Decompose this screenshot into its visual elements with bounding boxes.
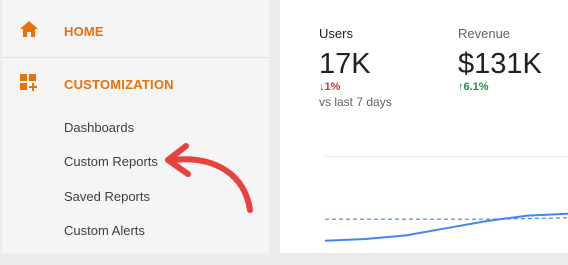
metric-users-label: Users [319, 26, 353, 41]
trend-chart [325, 212, 568, 242]
nav-home[interactable]: HOME [2, 0, 269, 58]
metric-revenue[interactable]: Revenue $131K ↑6.1% [458, 26, 542, 93]
chart-divider [325, 156, 568, 157]
metric-revenue-value: $131K [458, 48, 542, 80]
sidebar-item-saved-reports[interactable]: Saved Reports [64, 189, 150, 204]
nav-customization[interactable]: CUSTOMIZATION [2, 58, 269, 110]
nav-customization-label: CUSTOMIZATION [64, 77, 174, 92]
report-card: Users 17K ↓1% vs last 7 days Revenue $13… [280, 0, 568, 253]
metric-users-value: 17K [319, 48, 371, 80]
metric-users[interactable]: Users 17K ↓1% vs last 7 days [319, 26, 392, 109]
sidebar-item-custom-alerts[interactable]: Custom Alerts [64, 223, 145, 238]
metric-users-change: ↓1% [319, 81, 392, 93]
sidebar-item-custom-reports[interactable]: Custom Reports [64, 154, 158, 169]
metric-users-comparison: vs last 7 days [319, 95, 392, 109]
sidebar-item-dashboards[interactable]: Dashboards [64, 120, 134, 135]
series-dashed-line [325, 217, 568, 220]
metric-revenue-label: Revenue [458, 26, 511, 41]
home-icon [20, 21, 38, 37]
metric-revenue-change-value: 6.1% [463, 81, 489, 93]
customization-icon [20, 74, 38, 92]
annotation-arrow-icon [165, 143, 253, 213]
metric-users-change-value: 1% [324, 81, 341, 93]
nav-home-label: HOME [64, 24, 104, 39]
metric-revenue-change: ↑6.1% [458, 81, 542, 93]
